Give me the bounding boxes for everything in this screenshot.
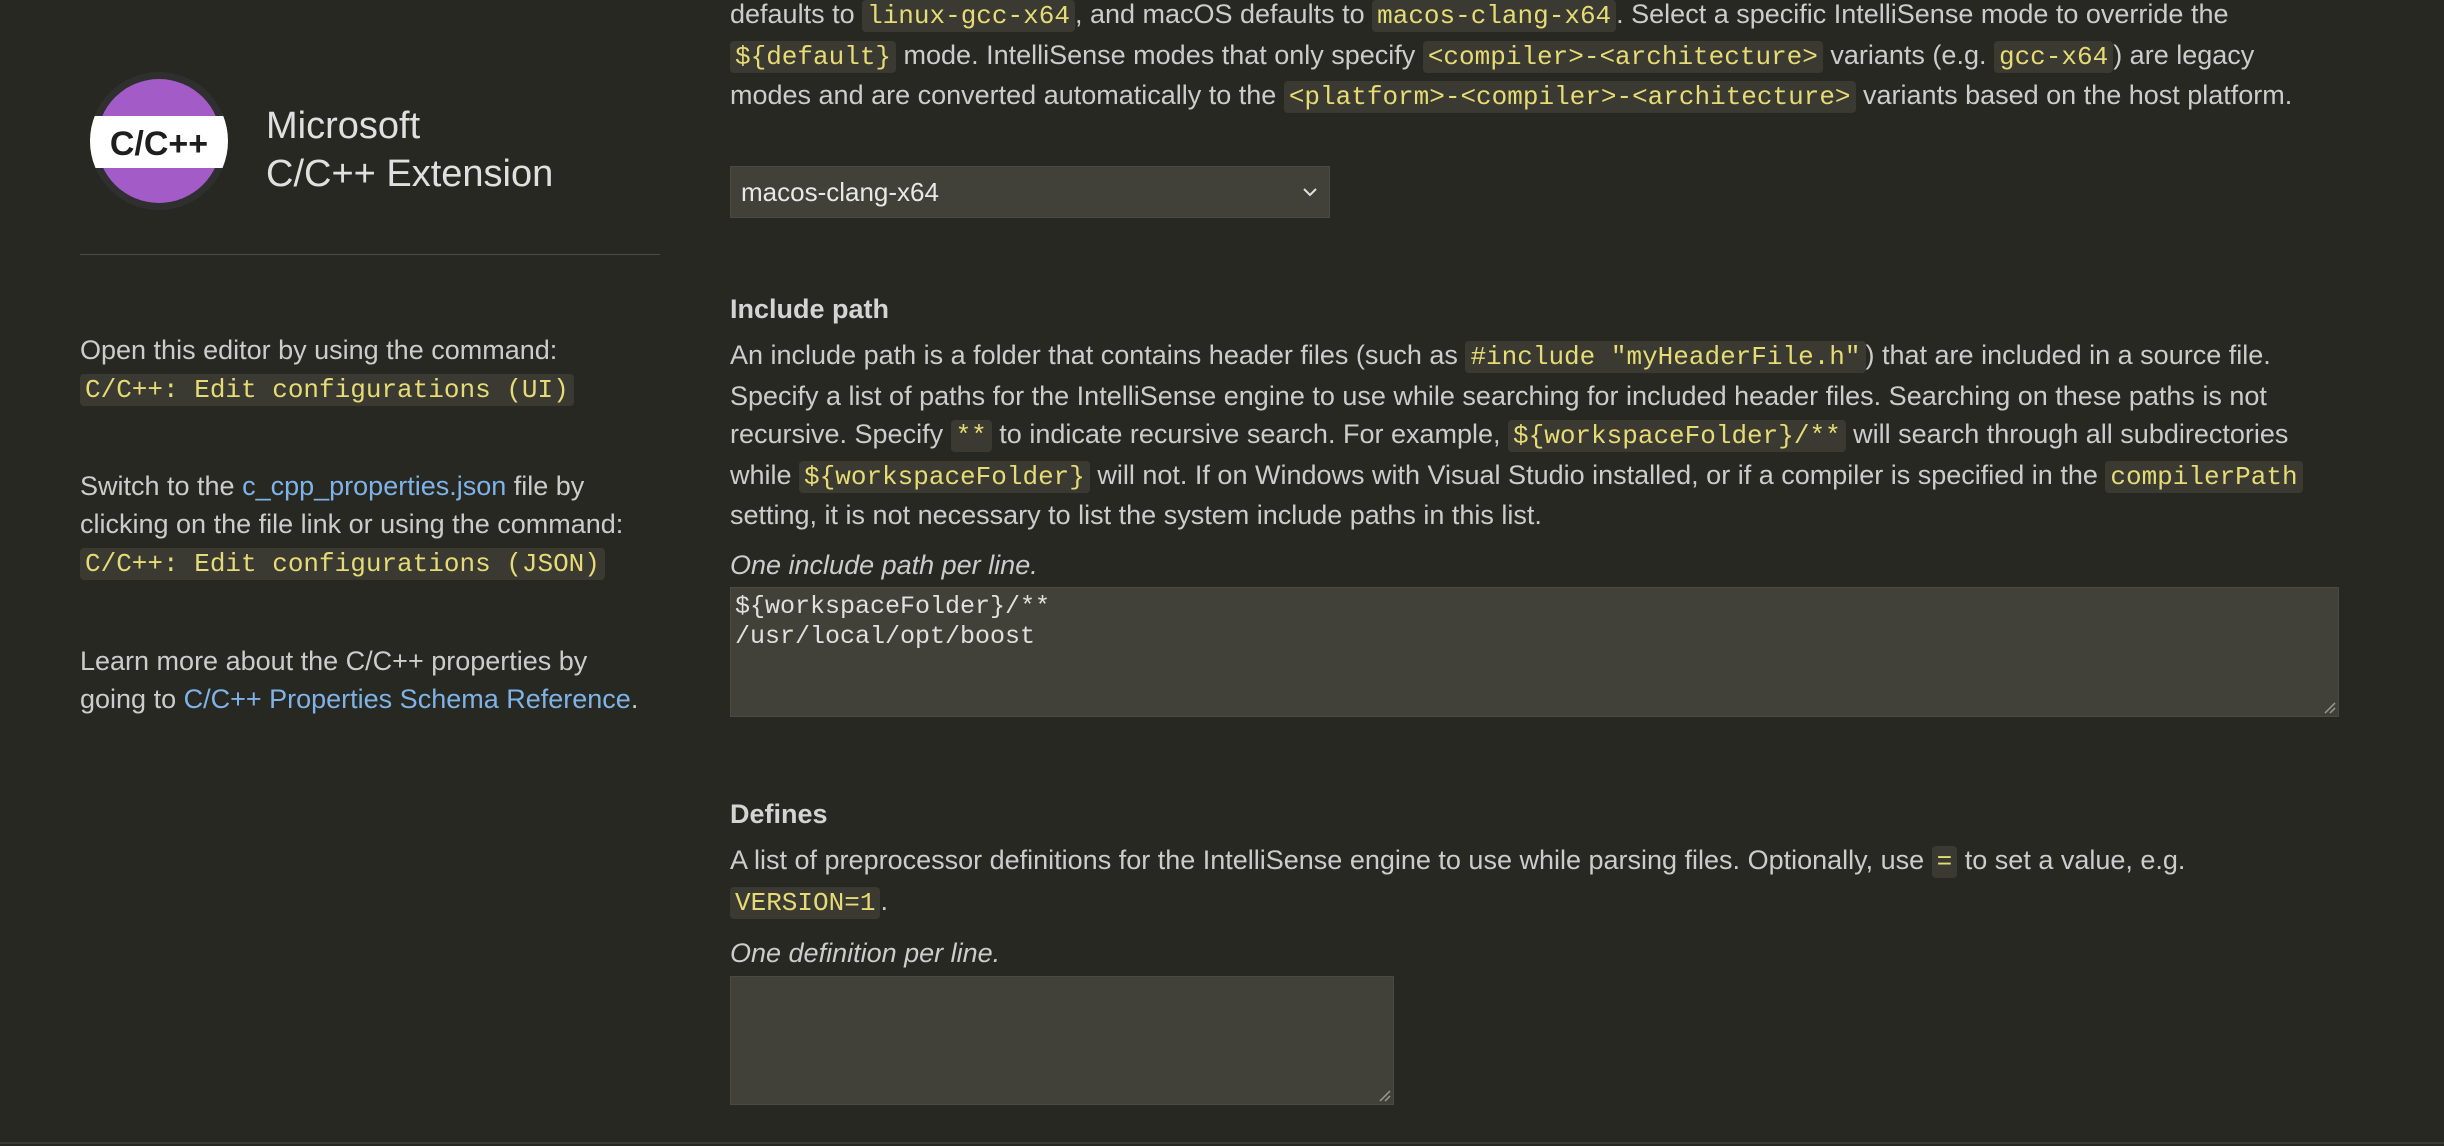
info-learn-suffix: . (630, 684, 639, 714)
command-edit-ui: C/C++: Edit configurations (UI) (80, 374, 574, 406)
brand-title: Microsoft C/C++ Extension (266, 102, 553, 198)
code-workspace-recursive: ${workspaceFolder}/** (1508, 420, 1846, 452)
info-learn-more: Learn more about the C/C++ properties by… (80, 642, 660, 718)
desc-text: . (880, 885, 888, 916)
desc-text: to set a value, e.g. (1957, 845, 2186, 875)
intellisense-mode-select[interactable]: macos-clang-x64 (730, 166, 1330, 218)
defines-title: Defines (730, 799, 828, 829)
defines-description: A list of preprocessor definitions for t… (730, 841, 2340, 922)
desc-text: defaults to (730, 0, 863, 29)
sidebar-divider (80, 254, 660, 255)
code-workspace-folder: ${workspaceFolder} (799, 460, 1090, 493)
info-switch-prefix: Switch to the (80, 471, 243, 501)
settings-page: C/C++ Microsoft C/C++ Extension Open thi… (0, 0, 2444, 1146)
resize-grip-icon[interactable] (1377, 1088, 1391, 1102)
include-path-line: /usr/local/opt/boost (735, 622, 1036, 651)
desc-text: variants (e.g. (1822, 39, 1994, 70)
intellisense-mode-description: defaults to linux-gcc-x64, and macOS def… (730, 0, 2340, 117)
code-linux-gcc-x64: linux-gcc-x64 (862, 0, 1075, 32)
include-path-description: An include path is a folder that contain… (730, 336, 2340, 535)
code-default: ${default} (730, 40, 897, 73)
code-equals: = (1931, 846, 1958, 878)
include-path-title: Include path (730, 294, 890, 324)
code-version-example: VERSION=1 (730, 886, 881, 919)
include-path-hint: One include path per line. (730, 550, 1038, 580)
desc-text: will not. If on Windows with Visual Stud… (1089, 459, 2106, 490)
resize-grip-icon[interactable] (2322, 700, 2336, 714)
code-compiler-architecture: <compiler>-<architecture> (1422, 40, 1823, 73)
code-macos-clang-x64: macos-clang-x64 (1372, 0, 1617, 32)
command-edit-json: C/C++: Edit configurations (JSON) (80, 548, 605, 580)
code-double-star: ** (950, 420, 992, 452)
code-include-example: #include "myHeaderFile.h" (1465, 341, 1866, 373)
desc-text: An include path is a folder that contain… (730, 340, 1466, 370)
chevron-down-icon (1303, 188, 1317, 197)
logo-text: C/C++ (110, 125, 208, 163)
bottom-border (0, 1142, 2444, 1144)
defines-hint: One definition per line. (730, 938, 1001, 968)
schema-reference-link[interactable]: C/C++ Properties Schema Reference (184, 684, 631, 714)
code-gcc-x64: gcc-x64 (1993, 40, 2114, 73)
settings-content: defaults to linux-gcc-x64, and macOS def… (730, 0, 2340, 1146)
desc-text: A list of preprocessor definitions for t… (730, 845, 1932, 875)
desc-text: , and macOS defaults to (1074, 0, 1373, 29)
info-open-editor: Open this editor by using the command: C… (80, 331, 660, 409)
include-path-line: ${workspaceFolder}/** (735, 592, 1051, 621)
include-path-textarea[interactable]: ${workspaceFolder}/** /usr/local/opt/boo… (730, 587, 2339, 717)
info-switch-json: Switch to the c_cpp_properties.json file… (80, 467, 660, 583)
brand-header: C/C++ Microsoft C/C++ Extension (90, 72, 650, 218)
brand-line-2: C/C++ Extension (266, 153, 554, 195)
desc-text: to indicate recursive search. For exampl… (991, 419, 1509, 449)
defines-textarea[interactable] (730, 976, 1394, 1105)
info-open-editor-text: Open this editor by using the command: (80, 335, 558, 365)
code-compiler-path: compilerPath (2105, 460, 2303, 493)
intellisense-mode-selected-value: macos-clang-x64 (741, 177, 939, 207)
brand-line-1: Microsoft (266, 105, 421, 147)
desc-text: mode. IntelliSense modes that only speci… (896, 39, 1423, 70)
sidebar: C/C++ Microsoft C/C++ Extension Open thi… (80, 0, 660, 1146)
json-file-link[interactable]: c_cpp_properties.json (242, 471, 506, 501)
cpp-extension-logo-icon: C/C++ (90, 72, 228, 210)
desc-text: . Select a specific IntelliSense mode to… (1616, 0, 2229, 29)
desc-text: variants based on the host platform. (1855, 80, 2293, 110)
desc-text: setting, it is not necessary to list the… (730, 500, 1542, 530)
code-platform-compiler-architecture: <platform>-<compiler>-<architecture> (1283, 81, 1856, 113)
